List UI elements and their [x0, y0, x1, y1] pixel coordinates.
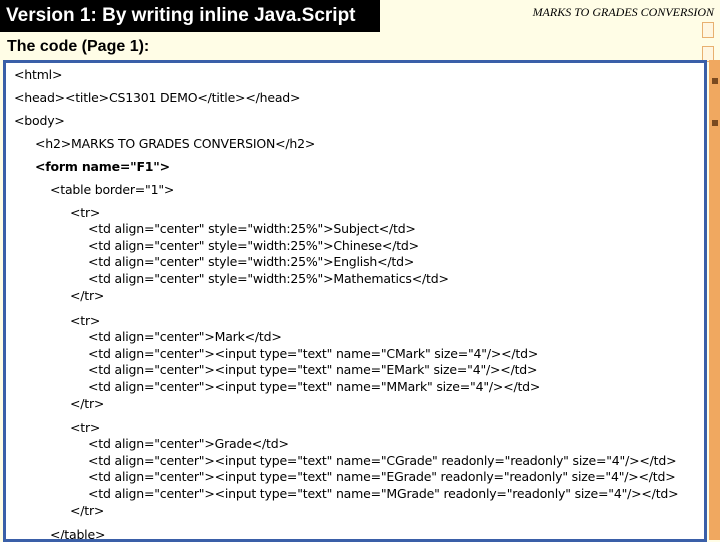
slide-title: Version 1: By writing inline Java.Script: [0, 0, 380, 32]
header-caption: MARKS TO GRADES CONVERSION: [532, 5, 714, 19]
code-line: <form name="F1">: [35, 159, 170, 174]
code-line: <td align="center"><input type="text" na…: [88, 362, 538, 377]
decorative-box-icon: [702, 22, 714, 38]
code-line: <td align="center"><input type="text" na…: [88, 469, 676, 484]
code-line: </tr>: [70, 288, 105, 303]
code-line: </tr>: [70, 503, 105, 518]
code-line: <td align="center" style="width:25%">Mat…: [88, 271, 449, 286]
code-line: <head><title>CS1301 DEMO</title></head>: [14, 90, 301, 105]
code-line: <td align="center" style="width:25%">Sub…: [88, 221, 416, 236]
code-line: <td align="center" style="width:25%">Chi…: [88, 238, 419, 253]
code-line: <tr>: [70, 420, 101, 435]
code-line: <tr>: [70, 205, 101, 220]
code-line: <tr>: [70, 313, 101, 328]
side-marker-icon: [712, 120, 718, 126]
code-line: <td align="center"><input type="text" na…: [88, 486, 679, 501]
side-marker-icon: [712, 78, 718, 84]
code-line: <body>: [14, 113, 65, 128]
code-line: <html>: [14, 67, 63, 82]
code-line: <td align="center" style="width:25%">Eng…: [88, 254, 415, 269]
code-line: </tr>: [70, 396, 105, 411]
code-line: <td align="center"><input type="text" na…: [88, 379, 541, 394]
code-listing: <html> <head><title>CS1301 DEMO</title></…: [3, 60, 707, 542]
code-line: <h2>MARKS TO GRADES CONVERSION</h2>: [35, 136, 316, 151]
code-line: <td align="center"><input type="text" na…: [88, 453, 677, 468]
slide-subtitle: The code (Page 1):: [7, 38, 150, 55]
code-line: <td align="center">Grade</td>: [88, 436, 289, 451]
code-line: <table border="1">: [50, 182, 175, 197]
code-line: <td align="center">Mark</td>: [88, 329, 282, 344]
side-decoration-strip: [709, 60, 720, 540]
code-line: <td align="center"><input type="text" na…: [88, 346, 539, 361]
